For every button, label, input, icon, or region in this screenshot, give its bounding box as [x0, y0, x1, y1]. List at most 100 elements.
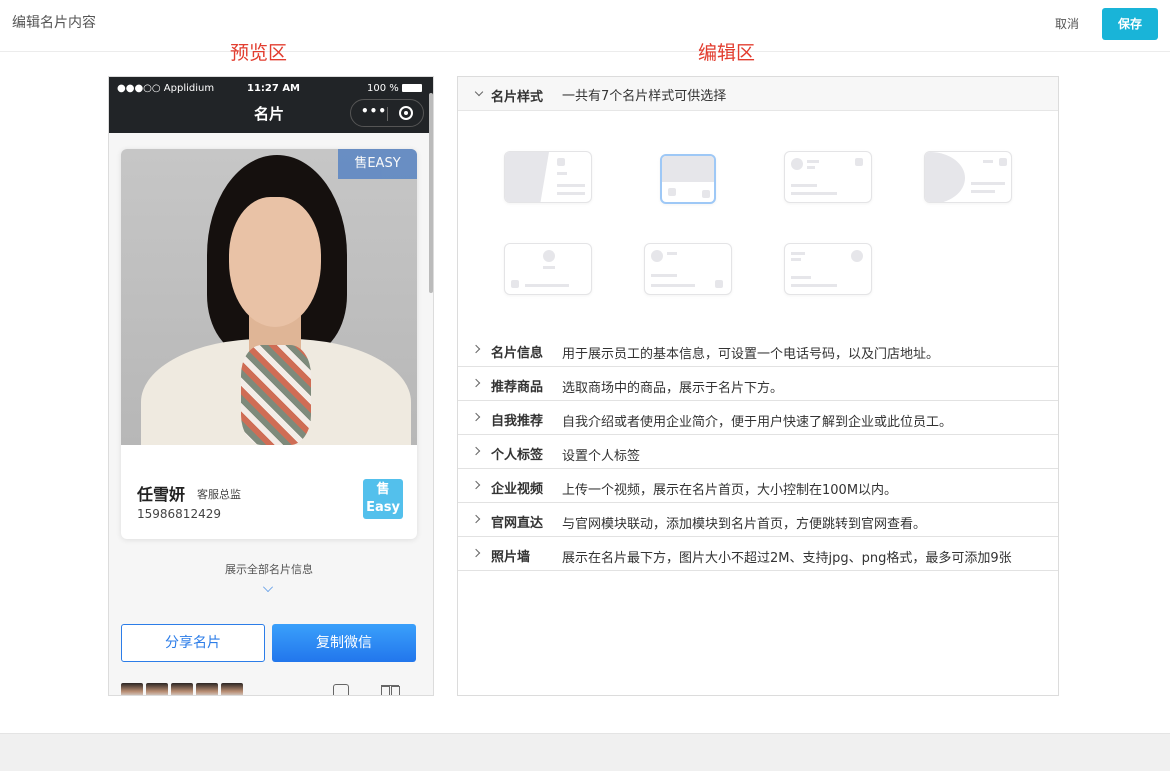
cancel-button[interactable]: 取消	[1046, 13, 1088, 35]
logo-glyph: 售	[376, 482, 390, 497]
section-title: 个人标签	[491, 448, 544, 463]
style-shape	[543, 250, 555, 262]
share-card-button[interactable]: 分享名片	[121, 624, 265, 662]
style-shape	[543, 266, 555, 269]
like-icon[interactable]	[333, 684, 349, 695]
style-shape	[511, 280, 519, 288]
avatar	[121, 683, 143, 695]
section-company-video[interactable]: 企业视频 上传一个视频，展示在名片首页，大小控制在100M以内。	[458, 469, 1058, 503]
person-position: 客服总监	[197, 488, 241, 501]
copy-wechat-button[interactable]: 复制微信	[272, 624, 416, 662]
status-carrier: ●●●○○ Applidium	[117, 83, 215, 94]
more-dots-icon[interactable]: •••	[361, 104, 387, 118]
style-shape	[999, 158, 1007, 166]
style-shape	[971, 182, 1005, 185]
chevron-right-icon	[471, 446, 481, 456]
chevron-down-icon[interactable]	[263, 582, 273, 592]
section-website-link[interactable]: 官网直达 与官网模块联动，添加模块到名片首页，方便跳转到官网查看。	[458, 503, 1058, 537]
section-title: 推荐商品	[491, 380, 544, 395]
style-shape	[791, 276, 811, 279]
save-button[interactable]: 保存	[1102, 8, 1158, 40]
footer-strip	[0, 733, 1170, 771]
chevron-right-icon	[471, 480, 481, 490]
chevron-right-icon	[471, 344, 481, 354]
section-title: 自我推荐	[491, 414, 544, 429]
style-shape	[983, 160, 993, 163]
card-style-option-2[interactable]	[660, 154, 716, 204]
battery-icon	[401, 84, 422, 92]
style-shape	[791, 258, 801, 261]
card-style-option-5[interactable]	[504, 243, 592, 295]
chevron-right-icon	[471, 514, 481, 524]
photo-scarf	[241, 345, 311, 445]
editor-region-label: 编辑区	[698, 42, 756, 64]
avatar	[171, 683, 193, 695]
section-card-info[interactable]: 名片信息 用于展示员工的基本信息，可设置一个电话号码，以及门店地址。	[458, 333, 1058, 367]
editor-panel: 名片样式 一共有7个名片样式可供选择 名片信息 用于展示员工的基本信息，可设置一…	[457, 76, 1059, 696]
avatar	[221, 683, 243, 695]
person-phone: 15986812429	[137, 507, 221, 521]
mini-program-capsule[interactable]: •••	[350, 99, 424, 127]
card-style-option-3[interactable]	[784, 151, 872, 203]
style-shape	[525, 284, 569, 287]
section-card-style[interactable]: 名片样式 一共有7个名片样式可供选择	[458, 77, 1058, 111]
close-target-icon[interactable]	[399, 106, 413, 120]
section-description: 一共有7个名片样式可供选择	[562, 89, 727, 104]
card-style-option-1[interactable]	[504, 151, 592, 203]
brand-badge: 售EASY	[338, 149, 417, 179]
style-shape	[557, 158, 565, 166]
phone-preview: ●●●○○ Applidium 11:27 AM 100 % 名片 ••• 售E…	[108, 76, 434, 696]
style-shape	[505, 152, 549, 202]
style-shape	[791, 184, 817, 187]
section-recommended-products[interactable]: 推荐商品 选取商场中的商品，展示于名片下方。	[458, 367, 1058, 401]
preview-region-label: 预览区	[230, 42, 288, 64]
section-self-intro[interactable]: 自我推荐 自我介绍或者使用企业简介，便于用户快速了解到企业或此位员工。	[458, 401, 1058, 435]
style-shape	[557, 172, 567, 175]
chevron-right-icon	[471, 548, 481, 558]
show-all-info-link[interactable]: 展示全部名片信息	[109, 561, 429, 577]
section-title: 照片墙	[491, 550, 531, 565]
style-shape	[662, 156, 714, 182]
section-description: 上传一个视频，展示在名片首页，大小控制在100M以内。	[562, 483, 898, 498]
section-personal-tags[interactable]: 个人标签 设置个人标签	[458, 435, 1058, 469]
avatar	[146, 683, 168, 695]
preview-scrollbar[interactable]	[429, 93, 433, 293]
style-shape	[702, 190, 710, 198]
chevron-right-icon	[471, 378, 481, 388]
section-description: 选取商场中的商品，展示于名片下方。	[562, 381, 784, 396]
capsule-divider	[387, 107, 388, 121]
style-shape	[791, 192, 837, 195]
status-battery: 100 %	[367, 83, 422, 94]
grid-icon[interactable]	[381, 685, 400, 695]
person-name: 任雪妍	[137, 485, 186, 504]
style-shape	[557, 184, 585, 187]
section-title: 官网直达	[491, 516, 544, 531]
section-photo-wall[interactable]: 照片墙 展示在名片最下方，图片大小不超过2M、支持jpg、png格式，最多可添加…	[458, 537, 1058, 571]
card-style-option-7[interactable]	[784, 243, 872, 295]
style-shape	[791, 284, 837, 287]
card-style-option-4[interactable]	[924, 151, 1012, 203]
business-card: 售EASY 任雪妍 客服总监 15986812429 售 Easy	[121, 149, 417, 539]
style-shape	[851, 250, 863, 262]
style-shape	[715, 280, 723, 288]
style-shape	[807, 160, 819, 163]
section-description: 用于展示员工的基本信息，可设置一个电话号码，以及门店地址。	[562, 347, 940, 362]
style-shape	[651, 274, 677, 277]
section-title: 名片信息	[491, 346, 544, 361]
section-description: 与官网模块联动，添加模块到名片首页，方便跳转到官网查看。	[562, 517, 927, 532]
style-shape	[651, 284, 695, 287]
style-shape	[971, 190, 995, 193]
top-bar: 编辑名片内容 取消 保存	[0, 0, 1170, 52]
logo-text: Easy	[366, 500, 400, 515]
style-shape	[855, 158, 863, 166]
section-description: 自我介绍或者使用企业简介，便于用户快速了解到企业或此位员工。	[562, 415, 953, 430]
photo-face	[229, 197, 321, 327]
section-title: 企业视频	[491, 482, 544, 497]
style-shape	[925, 152, 965, 202]
style-shape	[667, 252, 677, 255]
card-style-option-6[interactable]	[644, 243, 732, 295]
profile-photo: 售EASY	[121, 149, 417, 445]
style-shape	[791, 252, 805, 255]
section-description: 设置个人标签	[562, 449, 641, 464]
chevron-right-icon	[471, 412, 481, 422]
